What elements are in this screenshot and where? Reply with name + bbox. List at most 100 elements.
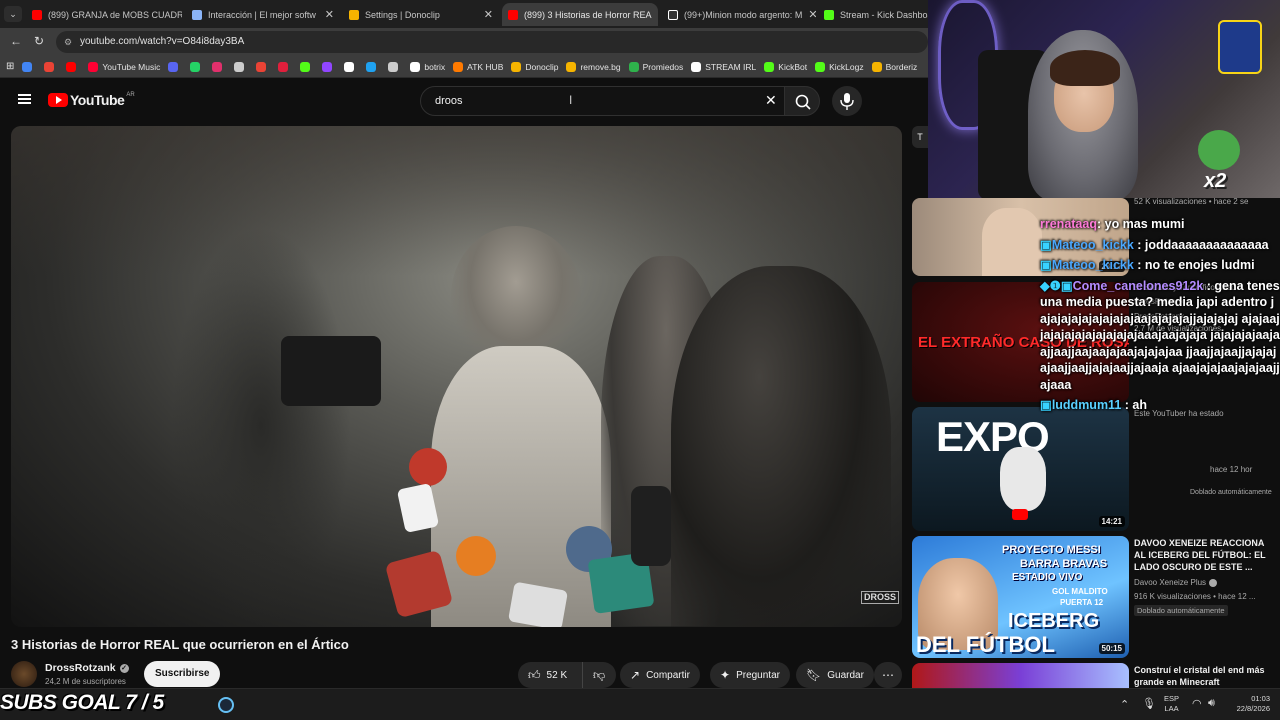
tab-label: (899) GRANJA de MOBS CUADR <box>48 9 182 20</box>
bookmark-item[interactable] <box>22 61 36 72</box>
bookmark-favicon-icon <box>212 61 223 72</box>
menu-hamburger-icon[interactable] <box>18 94 31 104</box>
bookmark-item[interactable] <box>212 61 226 72</box>
tab-minion[interactable]: (99+)Minion modo argento: M ✕ <box>662 3 816 26</box>
bookmark-item[interactable]: remove.bg <box>566 61 621 72</box>
bookmark-item[interactable] <box>66 61 80 72</box>
side-thumb-4[interactable]: PROYECTO MESSI BARRA BRAVAS ESTADIO VIVO… <box>912 536 1129 658</box>
youtube-logo[interactable]: YouTube AR <box>48 92 135 108</box>
save-label: Guardar <box>827 669 864 681</box>
bookmark-item[interactable] <box>44 61 58 72</box>
tab-close-icon[interactable]: ✕ <box>478 8 493 21</box>
clock-time: 01:03 <box>1251 694 1270 703</box>
tab-close-icon[interactable]: ✕ <box>652 8 659 21</box>
bookmark-favicon-icon <box>453 61 464 72</box>
more-actions-button[interactable]: ⋯ <box>874 662 902 688</box>
side-thumb-3[interactable]: EXPO 14:21 <box>912 407 1129 531</box>
bookmark-item[interactable]: Borderiz <box>871 61 918 72</box>
channel-name: DrossRotzank <box>45 662 116 674</box>
ask-button[interactable]: ✦ Preguntar <box>710 662 790 688</box>
channel-name-row[interactable]: DrossRotzank ✓ <box>45 662 129 674</box>
site-info-icon[interactable]: ⚙ <box>64 31 72 53</box>
tab-search-button[interactable]: ⌄ <box>4 6 22 22</box>
apps-grid-icon[interactable]: ⊞ <box>6 61 14 72</box>
bookmark-item[interactable]: Donoclip <box>511 61 559 72</box>
bookmark-item[interactable]: KickBot <box>764 61 807 72</box>
mic-tray-icon[interactable]: 🎙︎ <box>1142 697 1156 710</box>
duration-badge: 14:21 <box>1098 516 1125 527</box>
channel-avatar[interactable] <box>11 661 37 687</box>
bookmark-item[interactable]: botrix <box>410 61 445 72</box>
chat-username: rrenataaq <box>1040 217 1097 231</box>
volume-icon[interactable]: 🔊︎ <box>1208 697 1215 710</box>
side-thumb-5[interactable] <box>912 663 1129 688</box>
thumb-line-7: DEL FÚTBOL <box>916 632 1055 657</box>
youtube-favicon-icon <box>508 9 518 20</box>
bookmark-item[interactable]: Promiedos <box>628 61 683 72</box>
thumbs-down-icon: 👎︎ <box>593 667 606 682</box>
clock[interactable]: 01:03 22/8/2026 <box>1226 694 1270 714</box>
bookmark-label: Donoclip <box>525 61 559 72</box>
tab-historias-active[interactable]: (899) 3 Historias de Horror REA ✕ <box>502 3 658 26</box>
tab-close-icon[interactable]: ✕ <box>802 8 816 21</box>
bookmark-favicon-icon <box>344 61 355 72</box>
search-button[interactable] <box>784 86 820 116</box>
video-player[interactable]: DROSS <box>11 126 902 627</box>
tab-close-icon[interactable]: ✕ <box>319 8 334 21</box>
bookmark-favicon-icon <box>511 61 522 72</box>
tab-granja[interactable]: (899) GRANJA de MOBS CUADR ✕ <box>26 3 182 26</box>
bookmark-item[interactable]: KickLogz <box>815 61 864 72</box>
bookmark-favicon-icon <box>410 61 421 72</box>
tray-chevron-icon[interactable]: ⌃ <box>1120 698 1129 711</box>
tab-label: (99+)Minion modo argento: M <box>684 9 803 20</box>
steam-taskbar-icon[interactable] <box>218 697 234 713</box>
like-button[interactable]: 👍︎ 52 K <box>518 662 582 688</box>
pepe-emote <box>1198 130 1240 170</box>
bookmark-item[interactable] <box>322 61 336 72</box>
chat-text: : gena tenes una media puesta? media jap… <box>1040 278 1280 392</box>
bookmark-item[interactable] <box>278 61 292 72</box>
crowd-left <box>171 226 351 626</box>
search-input[interactable]: droos I ✕ <box>420 86 786 116</box>
like-count: 52 K <box>546 669 568 681</box>
bookmark-item[interactable] <box>366 61 380 72</box>
clear-search-icon[interactable]: ✕ <box>765 92 777 109</box>
microphone-red <box>409 448 447 486</box>
lang-code: ESP <box>1164 694 1180 703</box>
chat-text: : yo mas mumi <box>1096 217 1185 231</box>
search-icon <box>795 94 811 110</box>
tab-interaccion[interactable]: Interacción | El mejor softw ✕ <box>186 3 340 26</box>
subscribe-button[interactable]: Suscribirse <box>144 661 221 687</box>
bookmark-item[interactable] <box>388 61 402 72</box>
share-button[interactable]: ↗ Compartir <box>620 662 700 688</box>
language-indicator[interactable]: ESP LAA <box>1164 694 1179 714</box>
chat-username: luddmum11 <box>1051 398 1122 412</box>
dislike-button[interactable]: 👎︎ <box>582 662 616 688</box>
voice-search-button[interactable] <box>832 86 862 116</box>
url-text: youtube.com/watch?v=O84i8day3BA <box>80 36 245 47</box>
bookmark-item[interactable]: ATK HUB <box>453 61 503 72</box>
back-arrow-icon[interactable]: ← <box>10 34 22 48</box>
chat-badge-icon: ▣ <box>1040 258 1052 272</box>
bookmark-item[interactable]: YouTube Music <box>88 61 161 72</box>
tab-kick-dashboard[interactable]: Stream - Kick Dashboard <box>818 3 928 26</box>
bookmark-label: YouTube Music <box>102 61 161 72</box>
side-title-5[interactable]: Construí el cristal del end más grande e… <box>1134 664 1274 688</box>
filter-chip[interactable]: T <box>912 126 928 148</box>
bookmark-label: Borderiz <box>885 61 918 72</box>
bookmark-item[interactable] <box>344 61 358 72</box>
bookmark-item[interactable] <box>300 61 314 72</box>
save-button[interactable]: 🔖︎ Guardar <box>796 662 874 688</box>
bookmark-item[interactable] <box>234 61 248 72</box>
bookmark-item[interactable] <box>168 61 182 72</box>
reload-icon[interactable]: ↻ <box>34 34 44 48</box>
url-field[interactable]: ⚙ youtube.com/watch?v=O84i8day3BA <box>56 31 928 53</box>
bookmark-label: remove.bg <box>580 61 621 72</box>
youtube-play-logo-icon <box>48 93 68 107</box>
bookmark-item[interactable] <box>190 61 204 72</box>
bookmark-item[interactable]: STREAM IRL <box>691 61 756 72</box>
wifi-icon[interactable]: ◠ <box>1192 697 1202 710</box>
side-title-4[interactable]: DAVOO XENEIZE REACCIONA AL ICEBERG DEL F… <box>1134 537 1274 573</box>
bookmark-item[interactable] <box>256 61 270 72</box>
tab-donoclip[interactable]: Settings | Donoclip ✕ <box>343 3 499 26</box>
